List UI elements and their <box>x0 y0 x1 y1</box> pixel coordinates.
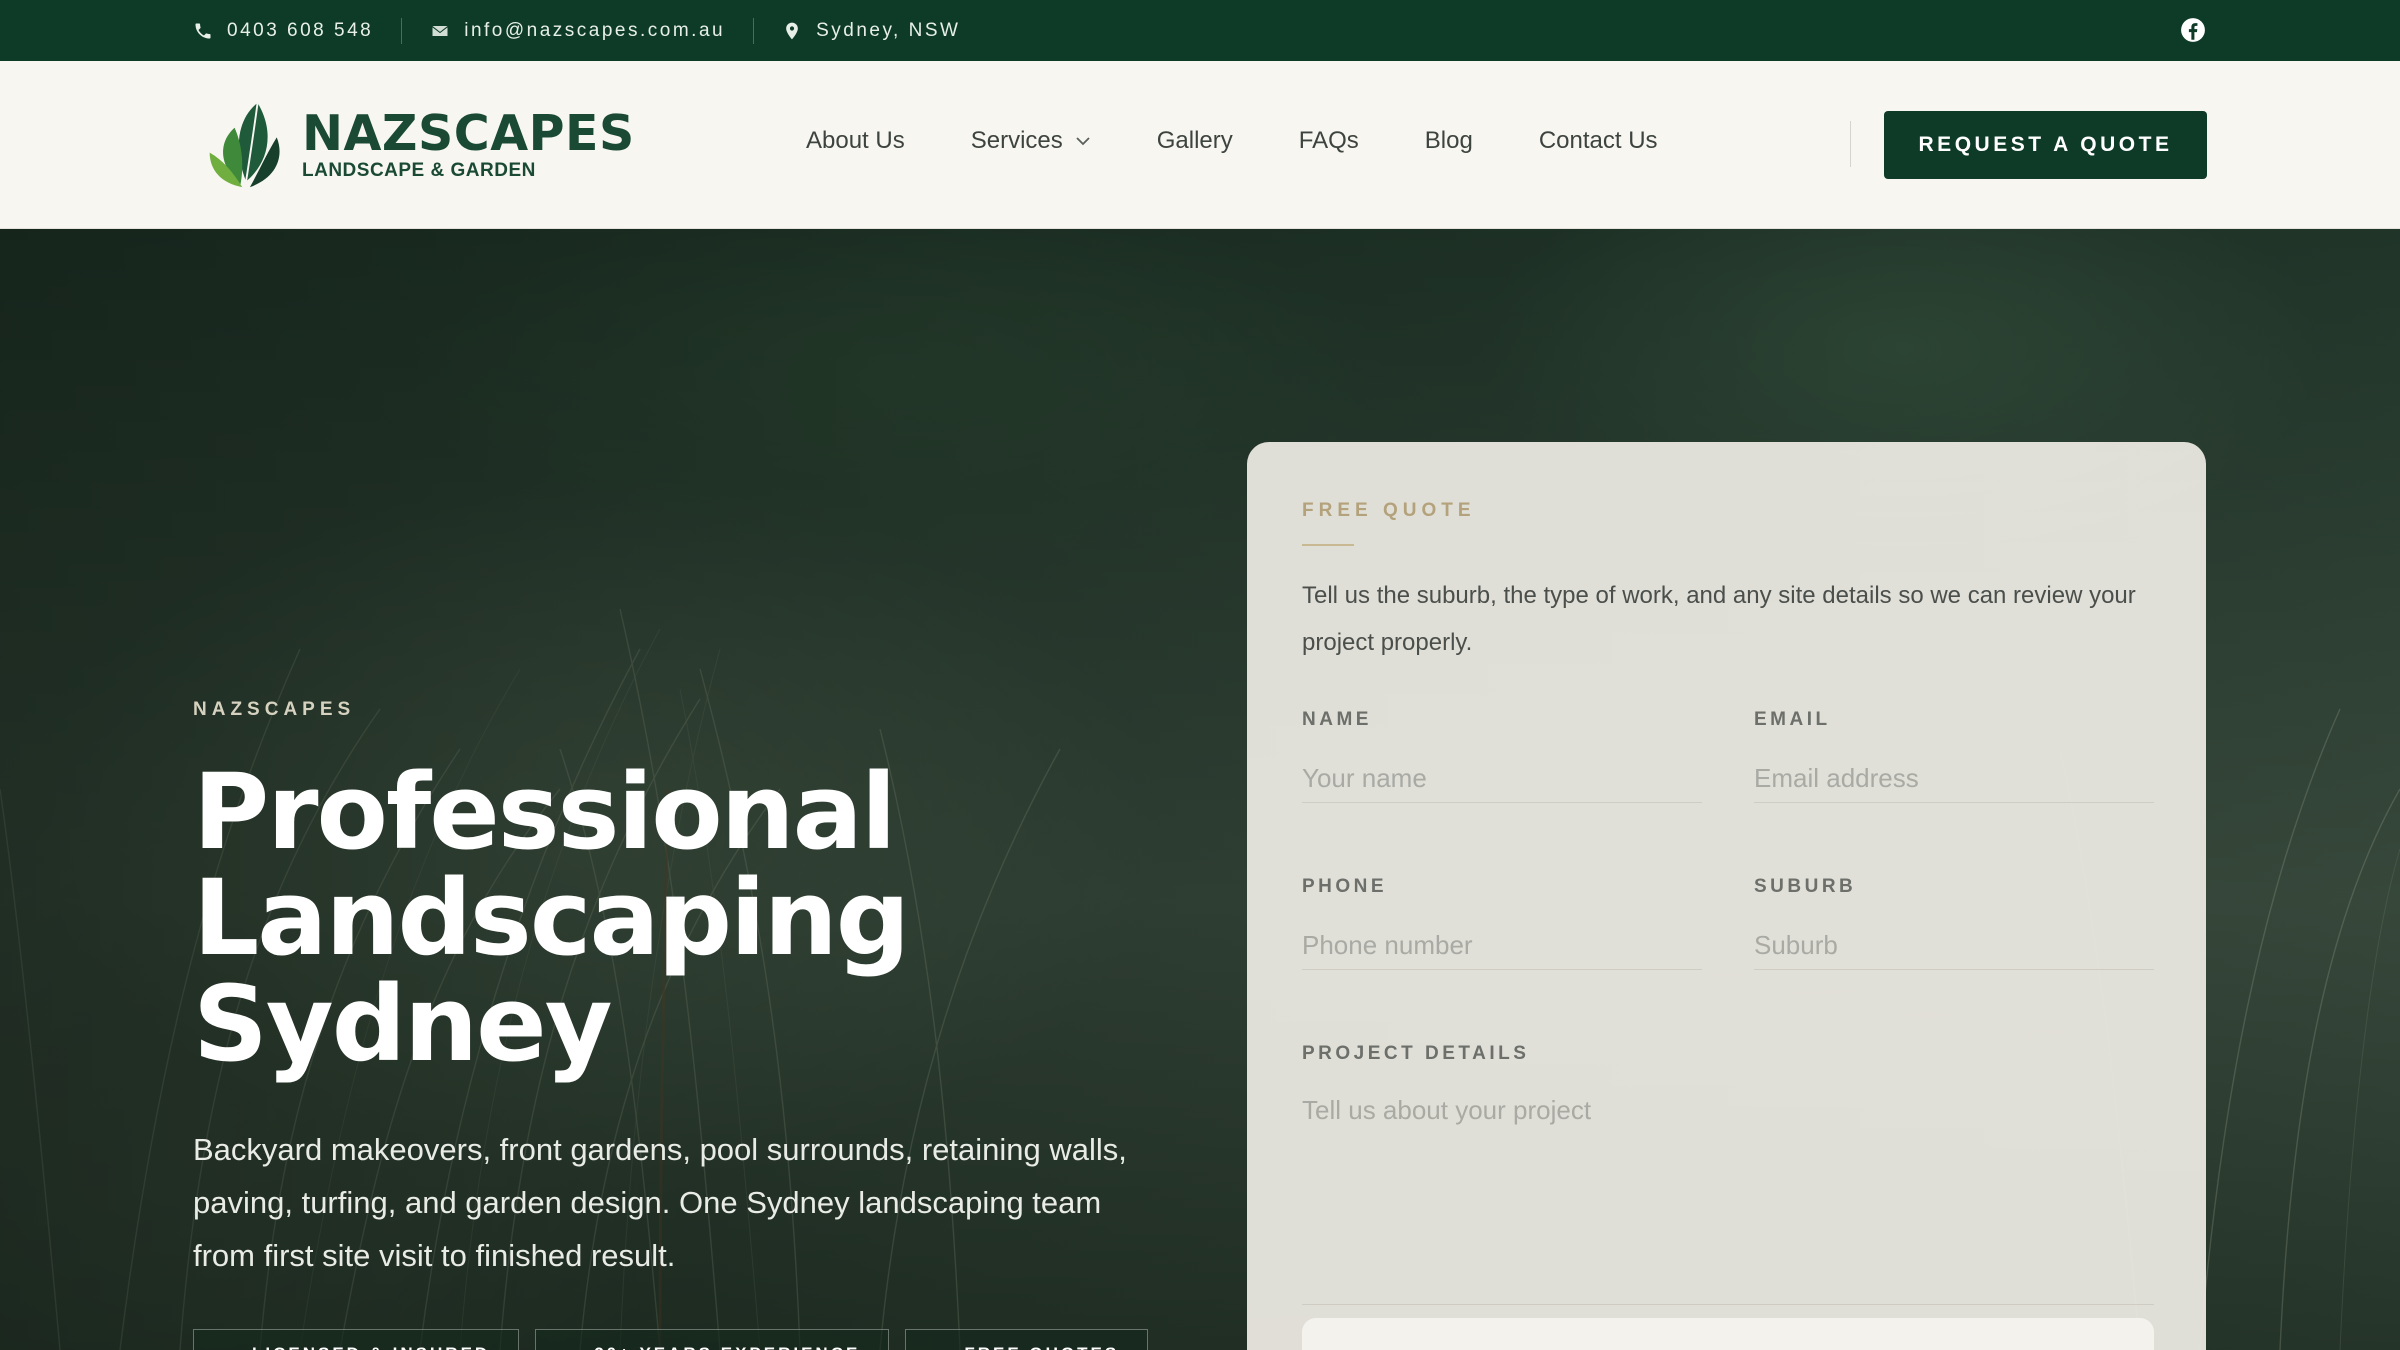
suburb-input[interactable] <box>1754 922 2154 970</box>
email-field-group: EMAIL <box>1754 709 2154 803</box>
phone-input[interactable] <box>1302 922 1702 970</box>
nav-faqs[interactable]: FAQs <box>1299 127 1359 155</box>
name-input[interactable] <box>1302 755 1702 803</box>
phone-text: 0403 608 548 <box>227 19 374 41</box>
facebook-icon[interactable] <box>2180 17 2206 43</box>
request-quote-button[interactable]: REQUEST A QUOTE <box>1884 111 2207 179</box>
logo[interactable]: NAZSCAPES LANDSCAPE & GARDEN <box>200 99 635 191</box>
email-input[interactable] <box>1754 755 2154 803</box>
nav-gallery[interactable]: Gallery <box>1157 127 1233 155</box>
location-pin-icon <box>786 22 798 39</box>
divider <box>753 17 755 44</box>
name-label: NAME <box>1302 709 1372 730</box>
suburb-field-group: SUBURB <box>1754 876 2154 970</box>
details-field-group: PROJECT DETAILS <box>1302 1043 2154 1305</box>
hero-subtitle: Backyard makeovers, front gardens, pool … <box>193 1132 1127 1273</box>
divider <box>401 17 403 44</box>
phone-field-group: PHONE <box>1302 876 1702 970</box>
hero-content: NAZSCAPES Professional Landscaping Sydne… <box>193 699 1193 1282</box>
nav-contact-us[interactable]: Contact Us <box>1539 127 1658 155</box>
email-label: EMAIL <box>1754 709 1831 730</box>
hero-title-line: Professional <box>193 751 897 873</box>
phone-link[interactable]: 0403 608 548 <box>193 20 373 42</box>
badge-free-quotes: FREE QUOTES <box>905 1329 1149 1350</box>
nav-blog[interactable]: Blog <box>1425 127 1473 155</box>
location: Sydney, NSW <box>782 20 960 42</box>
phone-icon <box>195 23 211 38</box>
name-field-group: NAME <box>1302 709 1702 803</box>
quote-form-card: FREE QUOTE Tell us the suburb, the type … <box>1247 442 2206 1350</box>
nav-services-label: Services <box>970 127 1063 154</box>
form-kicker: FREE QUOTE <box>1302 500 1476 521</box>
suburb-label: SUBURB <box>1754 876 1857 897</box>
nav-about-us[interactable]: About Us <box>806 127 905 155</box>
details-label: PROJECT DETAILS <box>1302 1043 1530 1064</box>
header-divider <box>1850 121 1851 167</box>
hero-title: Professional Landscaping Sydney <box>193 759 1193 1077</box>
main-nav: About Us Services Gallery FAQs Blog Cont… <box>806 127 1658 155</box>
badge-licensed: LICENSED & INSURED <box>193 1329 520 1350</box>
email-text: info@nazscapes.com.au <box>464 19 726 41</box>
email-link[interactable]: info@nazscapes.com.au <box>430 20 725 42</box>
site-header: NAZSCAPES LANDSCAPE & GARDEN About Us Se… <box>0 61 2400 229</box>
nav-services[interactable]: Services <box>971 127 1091 155</box>
location-text: Sydney, NSW <box>816 19 961 41</box>
project-details-textarea[interactable] <box>1302 1089 2154 1305</box>
form-description: Tell us the suburb, the type of work, an… <box>1302 582 2136 656</box>
hero-title-line: Sydney <box>193 963 613 1085</box>
hero-eyebrow: NAZSCAPES <box>193 699 356 720</box>
brand-tagline: LANDSCAPE & GARDEN <box>302 159 536 181</box>
chevron-down-icon <box>1076 137 1090 146</box>
brand-name: NAZSCAPES <box>302 104 635 162</box>
trust-badges: LICENSED & INSURED 20+ YEARS EXPERIENCE … <box>193 1329 1149 1350</box>
mail-icon <box>432 25 448 36</box>
phone-label: PHONE <box>1302 876 1388 897</box>
top-contact-bar: 0403 608 548 info@nazscapes.com.au Sydne… <box>0 0 2400 61</box>
kicker-underline <box>1302 544 1354 546</box>
submit-button[interactable] <box>1302 1318 2154 1350</box>
hero-title-line: Landscaping <box>193 857 910 979</box>
badge-experience: 20+ YEARS EXPERIENCE <box>535 1329 890 1350</box>
leaf-logo-icon <box>209 102 280 188</box>
